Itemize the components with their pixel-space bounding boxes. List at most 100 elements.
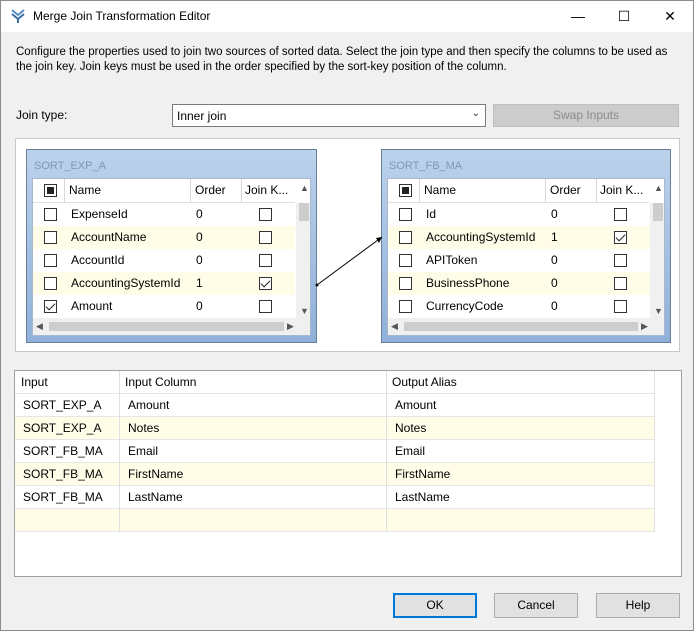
left-column-order: 0 [196, 299, 203, 313]
output-row[interactable]: SORT_FB_MA Email Email [15, 440, 655, 463]
right-column-row[interactable]: APIToken 0 [388, 249, 650, 272]
right-select-all-checkbox[interactable] [399, 184, 412, 197]
right-horizontal-scrollbar[interactable]: ◀ ▶ [388, 318, 664, 335]
right-header-name: Name [424, 183, 457, 197]
output-input-cell[interactable]: SORT_FB_MA [15, 440, 103, 463]
output-header-row: Input Input Column Output Alias [15, 371, 655, 394]
output-alias-cell[interactable]: Email [387, 440, 425, 463]
left-column-name: AccountName [71, 230, 147, 244]
close-button[interactable]: ✕ [647, 1, 693, 32]
left-column-select-checkbox[interactable] [44, 208, 57, 221]
output-alias-cell[interactable]: LastName [387, 486, 450, 509]
right-columns-grid: Name Order Join K... Id 0 AccountingSystem… [387, 178, 665, 336]
output-input-cell[interactable]: SORT_EXP_A [15, 394, 101, 417]
left-join-key-checkbox[interactable] [259, 231, 272, 244]
left-column-select-checkbox[interactable] [44, 300, 57, 313]
output-alias-cell[interactable]: Amount [387, 394, 436, 417]
output-header-input-column: Input Column [125, 375, 197, 389]
join-type-value: Inner join [177, 109, 227, 123]
left-join-key-checkbox[interactable] [259, 277, 272, 290]
left-join-key-checkbox[interactable] [259, 300, 272, 313]
left-column-order: 0 [196, 253, 203, 267]
left-column-row[interactable]: Amount 0 [33, 295, 295, 318]
output-row[interactable]: SORT_EXP_A Notes Notes [15, 417, 655, 440]
left-column-order: 1 [196, 276, 203, 290]
output-input-cell[interactable]: SORT_EXP_A [15, 417, 101, 440]
left-column-name: AccountingSystemId [71, 276, 181, 290]
output-alias-cell[interactable]: FirstName [387, 463, 450, 486]
left-header-join-key: Join K... [245, 183, 289, 197]
left-columns-grid: Name Order Join K... ExpenseId 0 AccountNa… [32, 178, 311, 336]
right-column-order: 0 [551, 276, 558, 290]
output-input-column-cell[interactable]: Email [120, 440, 158, 463]
left-select-all-checkbox[interactable] [44, 184, 57, 197]
right-join-key-checkbox[interactable] [614, 254, 627, 267]
right-column-select-checkbox[interactable] [399, 254, 412, 267]
left-column-select-checkbox[interactable] [44, 231, 57, 244]
right-column-order: 0 [551, 207, 558, 221]
right-join-key-checkbox[interactable] [614, 231, 627, 244]
output-input-column-cell[interactable]: LastName [120, 486, 183, 509]
right-column-select-checkbox[interactable] [399, 300, 412, 313]
left-header-name: Name [69, 183, 102, 197]
right-column-select-checkbox[interactable] [399, 277, 412, 290]
left-vertical-scrollbar[interactable]: ▲ ▼ [296, 183, 310, 318]
output-input-column-cell[interactable]: FirstName [120, 463, 183, 486]
left-column-name: AccountId [71, 253, 125, 267]
right-column-select-checkbox[interactable] [399, 208, 412, 221]
right-column-row[interactable]: BusinessPhone 0 [388, 272, 650, 295]
left-column-row[interactable]: AccountId 0 [33, 249, 295, 272]
left-column-select-checkbox[interactable] [44, 254, 57, 267]
ok-button[interactable]: OK [393, 593, 477, 618]
output-new-row[interactable] [15, 509, 655, 532]
right-vertical-scrollbar[interactable]: ▲ ▼ [650, 183, 664, 318]
maximize-button[interactable]: ☐ [601, 1, 647, 32]
right-join-key-checkbox[interactable] [614, 277, 627, 290]
right-header-order: Order [550, 183, 581, 197]
left-join-key-checkbox[interactable] [259, 208, 272, 221]
left-column-row[interactable]: AccountingSystemId 1 [33, 272, 295, 295]
output-input-cell[interactable]: SORT_FB_MA [15, 463, 103, 486]
output-header-output-alias: Output Alias [392, 375, 457, 389]
cancel-button[interactable]: Cancel [494, 593, 578, 618]
left-source-box[interactable]: SORT_EXP_A Name Order Join K... ExpenseI… [26, 149, 317, 343]
right-header-join-key: Join K... [600, 183, 644, 197]
help-button[interactable]: Help [596, 593, 680, 618]
join-type-select[interactable]: Inner join ⌄ [172, 104, 486, 127]
output-input-cell[interactable]: SORT_FB_MA [15, 486, 103, 509]
right-column-select-checkbox[interactable] [399, 231, 412, 244]
right-join-key-checkbox[interactable] [614, 208, 627, 221]
output-row[interactable]: SORT_FB_MA FirstName FirstName [15, 463, 655, 486]
left-source-name: SORT_EXP_A [34, 160, 106, 172]
output-row[interactable]: SORT_FB_MA LastName LastName [15, 486, 655, 509]
output-row[interactable]: SORT_EXP_A Amount Amount [15, 394, 655, 417]
output-alias-cell[interactable]: Notes [387, 417, 426, 440]
merge-join-icon [11, 9, 25, 23]
right-column-order: 1 [551, 230, 558, 244]
minimize-button[interactable]: — [555, 1, 601, 32]
title-bar: Merge Join Transformation Editor — ☐ ✕ [1, 1, 693, 32]
left-horizontal-scrollbar[interactable]: ◀ ▶ [33, 318, 310, 335]
output-input-column-cell[interactable]: Notes [120, 417, 159, 440]
right-column-name: AccountingSystemId [426, 230, 536, 244]
left-join-key-checkbox[interactable] [259, 254, 272, 267]
left-column-name: ExpenseId [71, 207, 128, 221]
instructions-text: Configure the properties used to join tw… [16, 46, 668, 73]
merge-join-editor-window: Merge Join Transformation Editor — ☐ ✕ C… [0, 0, 694, 631]
right-grid-header: Name Order Join K... [388, 179, 649, 203]
join-type-label: Join type: [16, 108, 68, 122]
right-column-row[interactable]: CurrencyCode 0 [388, 295, 650, 318]
right-join-key-checkbox[interactable] [614, 300, 627, 313]
output-input-column-cell[interactable]: Amount [120, 394, 169, 417]
right-column-row[interactable]: Id 0 [388, 203, 650, 226]
left-column-row[interactable]: AccountName 0 [33, 226, 295, 249]
join-designer-area: SORT_EXP_A Name Order Join K... ExpenseI… [15, 138, 680, 352]
right-source-box[interactable]: SORT_FB_MA Name Order Join K... Id 0 Accou… [381, 149, 671, 343]
chevron-down-icon: ⌄ [471, 108, 480, 119]
right-column-row[interactable]: AccountingSystemId 1 [388, 226, 650, 249]
swap-inputs-button[interactable]: Swap Inputs [493, 104, 679, 127]
right-source-name: SORT_FB_MA [389, 160, 463, 172]
left-column-select-checkbox[interactable] [44, 277, 57, 290]
left-column-row[interactable]: ExpenseId 0 [33, 203, 295, 226]
left-column-name: Amount [71, 299, 113, 313]
